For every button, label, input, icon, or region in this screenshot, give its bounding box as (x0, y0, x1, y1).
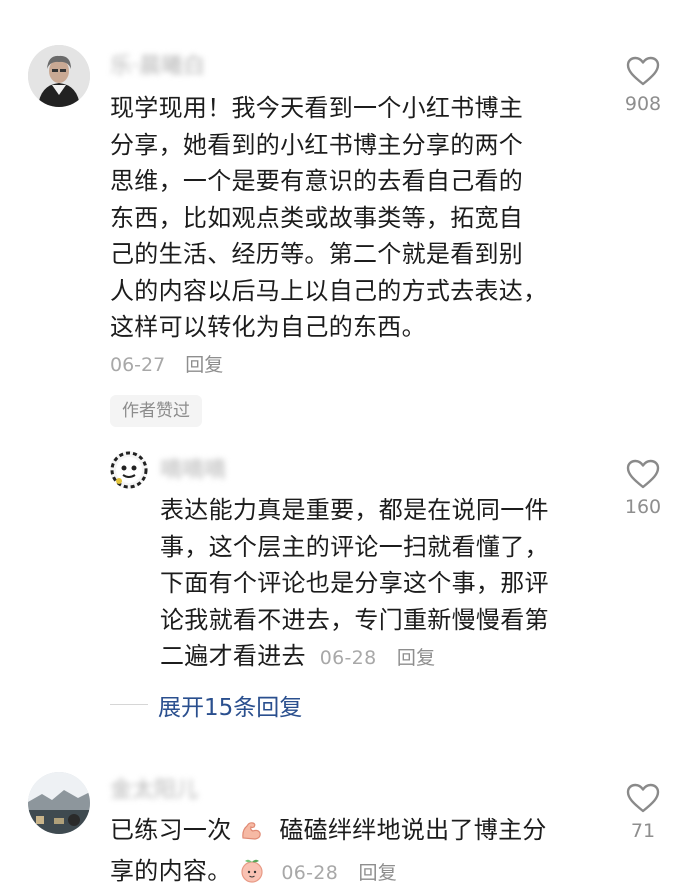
like-button[interactable]: 71 (613, 782, 673, 842)
like-count: 908 (624, 93, 662, 115)
comment-text-part: 已练习一次 (110, 816, 232, 844)
comment-line: 现学现用！我今天看到一个小红书博主 (110, 94, 524, 122)
heart-outline-icon (626, 56, 660, 86)
comment-username[interactable]: 乐·晨曦白 (110, 48, 205, 79)
comment-text: 现学现用！我今天看到一个小红书博主 分享，她看到的小红书博主分享的两个 思维，一… (110, 90, 610, 346)
like-count: 160 (624, 496, 662, 518)
comment-text: 表达能力真是重要，都是在说同一件 事，这个层主的评论一扫就看懂了， 下面有个评论… (160, 492, 600, 677)
user-avatar-image (28, 45, 90, 107)
avatar[interactable] (28, 45, 90, 107)
comment-line: 下面有个评论也是分享这个事，那评 (160, 569, 549, 597)
comment-line-end: 二遍才看进去 (160, 642, 306, 670)
expand-replies-link[interactable]: 展开15条回复 (158, 688, 302, 722)
reply-button[interactable]: 回复 (185, 354, 223, 376)
comment-line: 分享，她看到的小红书博主分享的两个 (110, 130, 524, 159)
comment-text-part: 享的内容。 (110, 856, 232, 883)
reply-button[interactable]: 回复 (397, 647, 436, 669)
comment-2: 嘀嘀嘀 表达能力真是重要，都是在说同一件 事，这个层主的评论一扫就看懂了， 下面… (0, 440, 690, 730)
comment-meta: 06-27 回复 (110, 350, 223, 377)
comment-line: 享的内容。 06-28 回复 (110, 853, 610, 883)
comment-date: 06-28 (281, 861, 339, 883)
comment-line: 论我就看不进去，专门重新慢慢看第 (160, 605, 549, 634)
comment-line: 己的生活、经历等。第二个就是看到别 (110, 240, 524, 268)
flexed-biceps-icon (239, 816, 263, 853)
like-button[interactable]: 908 (613, 55, 673, 115)
user-avatar-image (28, 772, 90, 834)
comment-line: 思维，一个是要有意识的去看自己看的 (110, 167, 524, 195)
comment-date: 06-27 (110, 354, 166, 376)
comment-line: 表达能力真是重要，都是在说同一件 (160, 496, 549, 524)
comment-line: 人的内容以后马上以自己的方式去表达， (110, 276, 548, 305)
avatar[interactable] (110, 451, 148, 489)
comment-text-part: 磕磕绊绊地说出了博主分 (279, 816, 547, 844)
comment-username[interactable]: 嘀嘀嘀 (160, 452, 226, 483)
comment-line: 这样可以转化为自己的东西。 (110, 313, 426, 341)
comment-date: 06-28 (319, 647, 377, 669)
like-button[interactable]: 160 (613, 458, 673, 518)
like-count: 71 (630, 820, 656, 842)
comment-line: 东西，比如观点类或故事类等，拓宽自 (110, 203, 524, 232)
comment-text: 已练习一次 磕磕绊绊地说出了博主分 享的内容。 06-28 回复 (110, 812, 610, 883)
expand-divider (110, 704, 148, 705)
comment-3: 金太阳儿 已练习一次 磕磕绊绊地说出了博主分 享的内容。 06-28 回复 71 (0, 760, 690, 883)
comment-line: 二遍才看进去 06-28 回复 (160, 638, 600, 677)
comment-1: 乐·晨曦白 现学现用！我今天看到一个小红书博主 分享，她看到的小红书博主分享的两… (0, 0, 690, 440)
reply-button[interactable]: 回复 (358, 862, 397, 883)
comment-username[interactable]: 金太阳儿 (110, 772, 198, 803)
peach-face-icon (239, 857, 265, 883)
comment-meta: 06-28 回复 (320, 647, 436, 669)
comment-line: 已练习一次 磕磕绊绊地说出了博主分 (110, 812, 610, 853)
avatar[interactable] (28, 772, 90, 834)
comment-line: 事，这个层主的评论一扫就看懂了， (160, 532, 549, 561)
heart-outline-icon (626, 459, 660, 489)
user-avatar-image (110, 451, 148, 489)
author-liked-badge: 作者赞过 (110, 395, 202, 427)
comment-meta: 06-28 回复 (281, 862, 397, 883)
heart-outline-icon (626, 783, 660, 813)
